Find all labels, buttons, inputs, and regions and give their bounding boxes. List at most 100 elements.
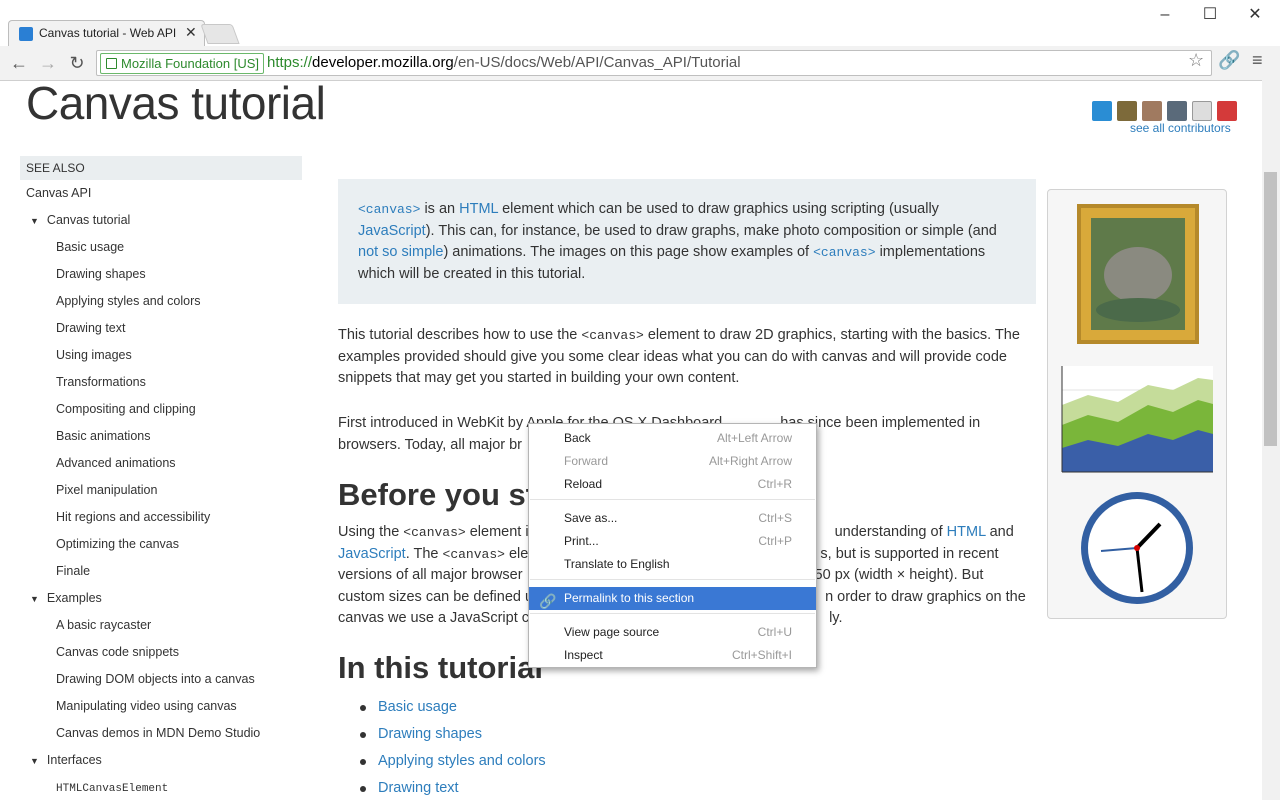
sidebar-item[interactable]: Transformations (20, 369, 302, 396)
context-menu-item[interactable]: Print... Ctrl+P (529, 530, 816, 553)
avatar[interactable] (1217, 101, 1237, 121)
sidebar-item[interactable]: Canvas code snippets (20, 639, 302, 666)
url-host: developer.mozilla.org (312, 54, 454, 71)
sidebar-item[interactable]: Basic usage (20, 234, 302, 261)
canvas-code-link[interactable]: <canvas> (358, 202, 420, 217)
sidebar-item[interactable]: HTMLCanvasElement (20, 774, 302, 801)
list-item: Drawing text (358, 775, 546, 802)
sidebar-item-label: HTMLCanvasElement (56, 783, 169, 795)
context-menu-item[interactable]: View page source Ctrl+U (529, 621, 816, 644)
sidebar-item-label: Manipulating video using canvas (56, 699, 237, 713)
sidebar-item-label: Canvas tutorial (46, 213, 131, 227)
close-tab-icon[interactable]: ✕ (185, 24, 197, 41)
context-menu-item[interactable]: Back Alt+Left Arrow (529, 427, 816, 450)
context-menu-item[interactable]: Forward Alt+Right Arrow (529, 450, 816, 473)
clock-image[interactable] (1081, 492, 1193, 604)
toc-link[interactable]: Drawing text (378, 780, 459, 796)
browser-tab[interactable]: Canvas tutorial - Web API ✕ (8, 20, 205, 47)
context-menu-shortcut: Ctrl+S (758, 511, 792, 525)
tutorial-toc-list: Basic usage Drawing shapes Applying styles… (358, 694, 546, 802)
url-text[interactable]: https://developer.mozilla.org/en-US/docs… (267, 54, 741, 71)
toc-link[interactable]: Basic usage (378, 699, 457, 715)
back-arrow-icon[interactable]: ← (8, 52, 30, 74)
sidebar-item[interactable]: Advanced animations (20, 450, 302, 477)
sidebar-item-label: Drawing text (56, 321, 126, 335)
context-menu-item[interactable]: Reload Ctrl+R (529, 473, 816, 496)
sidebar: SEE ALSO Canvas API ▼ Canvas tutorial Basic… (20, 156, 302, 801)
context-menu-item[interactable]: Inspect Ctrl+Shift+I (529, 644, 816, 667)
toc-link[interactable]: Drawing shapes (378, 726, 482, 742)
sidebar-item-label: Using images (56, 348, 132, 362)
page-title: Canvas tutorial (26, 77, 326, 129)
not-so-simple-link[interactable]: not so simple (358, 244, 443, 260)
heading-before-you-start: Before you sta (338, 477, 554, 512)
sidebar-item[interactable]: Applying styles and colors (20, 288, 302, 315)
javascript-link[interactable]: JavaScript (358, 223, 426, 239)
intro-paragraph-1: This tutorial describes how to use the <… (338, 327, 1020, 386)
see-all-contributors-link[interactable]: see all contributors (1130, 121, 1231, 135)
context-menu-item[interactable]: Translate to English (529, 553, 816, 576)
stacked-area-chart-image[interactable] (1061, 366, 1213, 473)
address-bar[interactable]: Mozilla Foundation [US] https://develope… (96, 50, 1212, 76)
javascript-link[interactable]: JavaScript (338, 546, 406, 562)
sidebar-list: Canvas API ▼ Canvas tutorial Basic usage Dra… (20, 180, 302, 801)
sidebar-item[interactable]: A basic raycaster (20, 612, 302, 639)
maximize-icon[interactable]: ☐ (1193, 4, 1227, 26)
sidebar-item[interactable]: Using images (20, 342, 302, 369)
sidebar-item[interactable]: Drawing shapes (20, 261, 302, 288)
security-indicator[interactable]: Mozilla Foundation [US] (100, 53, 265, 74)
avatar[interactable] (1192, 101, 1212, 121)
avatar[interactable] (1142, 101, 1162, 121)
forward-arrow-icon[interactable]: → (37, 52, 59, 74)
sidebar-item[interactable]: Pixel manipulation (20, 477, 302, 504)
list-item: Basic usage (358, 694, 546, 721)
sidebar-item-label: Pixel manipulation (56, 483, 158, 497)
context-menu-label: Forward (564, 454, 609, 468)
sidebar-item[interactable]: ▼ Interfaces (20, 747, 302, 774)
list-item: Drawing shapes (358, 721, 546, 748)
reload-icon[interactable]: ↻ (66, 52, 88, 74)
avatar[interactable] (1117, 101, 1137, 121)
scrollbar-thumb[interactable] (1264, 172, 1277, 446)
html-link[interactable]: HTML (459, 201, 498, 217)
context-menu: Back Alt+Left Arrow Forward Alt+Right Arrow… (528, 423, 817, 668)
context-menu-item[interactable]: Save as... Ctrl+S (529, 507, 816, 530)
avatar[interactable] (1092, 101, 1112, 121)
caret-down-icon[interactable]: ▼ (30, 216, 39, 226)
canvas-code-link[interactable]: <canvas> (813, 245, 875, 260)
new-tab-button[interactable] (200, 24, 240, 44)
lock-icon (106, 58, 117, 69)
example-gallery (1047, 189, 1227, 619)
html-link[interactable]: HTML (947, 524, 986, 540)
sidebar-item[interactable]: Canvas demos in MDN Demo Studio (20, 720, 302, 747)
sidebar-item[interactable]: Drawing text (20, 315, 302, 342)
sidebar-item[interactable]: Optimizing the canvas (20, 531, 302, 558)
sidebar-item[interactable]: Manipulating video using canvas (20, 693, 302, 720)
sidebar-item[interactable]: ▼ Canvas tutorial (20, 207, 302, 234)
context-menu-item[interactable]: 🔗 Permalink to this section (529, 587, 816, 610)
sidebar-item-label: Hit regions and accessibility (56, 510, 211, 524)
context-menu-shortcut: Ctrl+Shift+I (731, 648, 792, 662)
sidebar-item[interactable]: Finale (20, 558, 302, 585)
callout-text: <canvas> is an HTML element which can be… (358, 201, 997, 282)
toc-link[interactable]: Applying styles and colors (378, 753, 546, 769)
context-menu-shortcut: Ctrl+P (758, 534, 792, 548)
extension-icon[interactable]: 🔗 (1218, 50, 1240, 71)
framed-rhino-image[interactable] (1077, 204, 1199, 344)
bookmark-star-icon[interactable]: ☆ (1188, 50, 1204, 71)
sidebar-item[interactable]: Drawing DOM objects into a canvas (20, 666, 302, 693)
sidebar-item-label: A basic raycaster (56, 618, 152, 632)
close-window-icon[interactable]: ✕ (1238, 4, 1272, 26)
caret-down-icon[interactable]: ▼ (30, 594, 39, 604)
sidebar-item[interactable]: ▼ Examples (20, 585, 302, 612)
browser-menu-icon[interactable]: ≡ (1252, 50, 1263, 71)
sidebar-item[interactable]: Compositing and clipping (20, 396, 302, 423)
menu-separator (530, 579, 815, 580)
sidebar-item[interactable]: Hit regions and accessibility (20, 504, 302, 531)
sidebar-item[interactable]: Basic animations (20, 423, 302, 450)
sidebar-item[interactable]: Canvas API (20, 180, 302, 207)
context-menu-label: Back (564, 431, 591, 445)
minimize-icon[interactable]: – (1148, 4, 1182, 26)
caret-down-icon[interactable]: ▼ (30, 756, 39, 766)
avatar[interactable] (1167, 101, 1187, 121)
